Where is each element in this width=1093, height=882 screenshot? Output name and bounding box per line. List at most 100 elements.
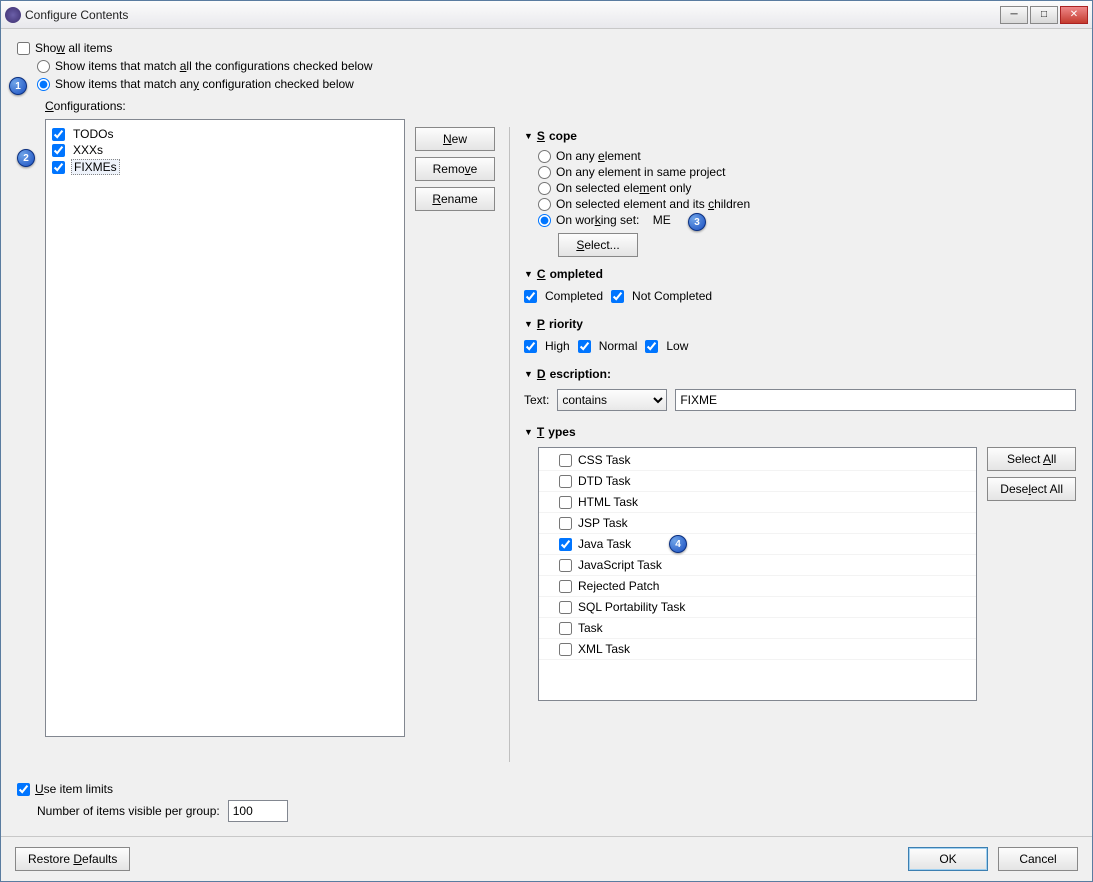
type-row: JavaScript Task	[539, 555, 976, 576]
match-all-radio[interactable]	[37, 60, 50, 73]
scope-working-set-radio[interactable]	[538, 214, 551, 227]
scope-selected-only-radio[interactable]	[538, 182, 551, 195]
priority-low-label: Low	[666, 339, 688, 353]
close-button[interactable]: ✕	[1060, 6, 1088, 24]
annotation-badge-2: 2	[17, 149, 35, 167]
type-row: XML Task	[539, 639, 976, 660]
type-label: CSS Task	[578, 453, 630, 467]
annotation-badge-3: 3	[688, 213, 706, 231]
type-check[interactable]	[559, 475, 572, 488]
type-check[interactable]	[559, 538, 572, 551]
configurations-label: Configurations:	[45, 99, 1076, 113]
use-item baseline[interactable]	[17, 783, 30, 796]
priority-high-label: High	[545, 339, 570, 353]
scope-any-element-label: On any element	[556, 149, 641, 163]
type-check[interactable]	[559, 601, 572, 614]
scope-selected-children-radio[interactable]	[538, 198, 551, 211]
show-all-checkbox[interactable]	[17, 42, 30, 55]
deselect-all-button[interactable]: Deselect All	[987, 477, 1076, 501]
maximize-button[interactable]: □	[1030, 6, 1058, 24]
type-label: JSP Task	[578, 516, 628, 530]
config-check[interactable]	[52, 128, 65, 141]
type-label: Java Task	[578, 537, 631, 551]
type-check[interactable]	[559, 454, 572, 467]
description-header[interactable]: ▼ Description:	[524, 367, 1076, 381]
remove-button[interactable]: Remove	[415, 157, 495, 181]
config-label[interactable]: TODOs	[71, 127, 115, 141]
select-all-button[interactable]: Select All	[987, 447, 1076, 471]
items-per-group-input[interactable]	[228, 800, 288, 822]
not-completed-label: Not Completed	[632, 289, 712, 303]
type-check[interactable]	[559, 580, 572, 593]
restore-defaults-button[interactable]: Restore Defaults	[15, 847, 130, 871]
description-text-input[interactable]	[675, 389, 1076, 411]
config-check[interactable]	[52, 161, 65, 174]
type-check[interactable]	[559, 496, 572, 509]
vertical-divider	[509, 127, 510, 762]
type-row: DTD Task	[539, 471, 976, 492]
type-check[interactable]	[559, 517, 572, 530]
annotation-badge-1: 1	[9, 77, 27, 95]
type-label: XML Task	[578, 642, 630, 656]
config-item-fixmes: FIXMEs	[52, 158, 398, 176]
scope-selected-only-label: On selected element only	[556, 181, 691, 195]
type-row: JSP Task	[539, 513, 976, 534]
type-row: Task	[539, 618, 976, 639]
rename-button[interactable]: Rename	[415, 187, 495, 211]
types-list[interactable]: CSS Task DTD Task HTML Task JSP Task Jav…	[538, 447, 977, 701]
scope-same-project-radio[interactable]	[538, 166, 551, 179]
type-row: Rejected Patch	[539, 576, 976, 597]
priority-normal-checkbox[interactable]	[578, 340, 591, 353]
scope-same-project-label: On any element in same project	[556, 165, 725, 179]
app-icon	[5, 7, 21, 23]
match-any-label: Show items that match any configuration …	[55, 77, 354, 91]
dialog-window: Configure Contents ─ □ ✕ Show all items …	[0, 0, 1093, 882]
cancel-button[interactable]: Cancel	[998, 847, 1078, 871]
type-label: SQL Portability Task	[578, 600, 685, 614]
completed-header[interactable]: ▼ Completed	[524, 267, 1076, 281]
description-combo[interactable]: contains	[557, 389, 667, 411]
types-header[interactable]: ▼ Types	[524, 425, 1076, 439]
type-label: Task	[578, 621, 603, 635]
config-item-xxxs: XXXs	[52, 142, 398, 158]
type-check[interactable]	[559, 643, 572, 656]
working-set-name: ME	[653, 213, 671, 227]
scope-any-element-radio[interactable]	[538, 150, 551, 163]
type-row: HTML Task	[539, 492, 976, 513]
priority-low-checkbox[interactable]	[645, 340, 658, 353]
ok-button[interactable]: OK	[908, 847, 988, 871]
match-all-label: Show items that match all the configurat…	[55, 59, 373, 73]
match-any-radio[interactable]	[37, 78, 50, 91]
config-label[interactable]: XXXs	[71, 143, 105, 157]
configurations-list[interactable]: TODOs XXXs FIXMEs	[45, 119, 405, 737]
type-label: HTML Task	[578, 495, 638, 509]
not-completed-checkbox[interactable]	[611, 290, 624, 303]
type-check[interactable]	[559, 622, 572, 635]
type-label: JavaScript Task	[578, 558, 662, 572]
completed-checkbox[interactable]	[524, 290, 537, 303]
new-button[interactable]: New	[415, 127, 495, 151]
titlebar[interactable]: Configure Contents ─ □ ✕	[1, 1, 1092, 29]
twist-icon: ▼	[524, 269, 533, 279]
type-check[interactable]	[559, 559, 572, 572]
priority-header[interactable]: ▼ Priority	[524, 317, 1076, 331]
twist-icon: ▼	[524, 131, 533, 141]
use-item-limits-label: Use item limits	[35, 782, 113, 796]
twist-icon: ▼	[524, 369, 533, 379]
minimize-button[interactable]: ─	[1000, 6, 1028, 24]
scope-header[interactable]: ▼ Scope	[524, 129, 1076, 143]
twist-icon: ▼	[524, 427, 533, 437]
completed-label: Completed	[545, 289, 603, 303]
window-title: Configure Contents	[25, 8, 1000, 22]
config-check[interactable]	[52, 144, 65, 157]
type-label: Rejected Patch	[578, 579, 659, 593]
priority-normal-label: Normal	[599, 339, 638, 353]
text-label: Text:	[524, 393, 549, 407]
annotation-badge-4: 4	[669, 535, 687, 553]
select-working-set-button[interactable]: Select...	[558, 233, 638, 257]
config-label[interactable]: FIXMEs	[71, 159, 120, 175]
type-row: Java Task 4	[539, 534, 976, 555]
priority-high-checkbox[interactable]	[524, 340, 537, 353]
twist-icon: ▼	[524, 319, 533, 329]
scope-selected-children-label: On selected element and its children	[556, 197, 750, 211]
